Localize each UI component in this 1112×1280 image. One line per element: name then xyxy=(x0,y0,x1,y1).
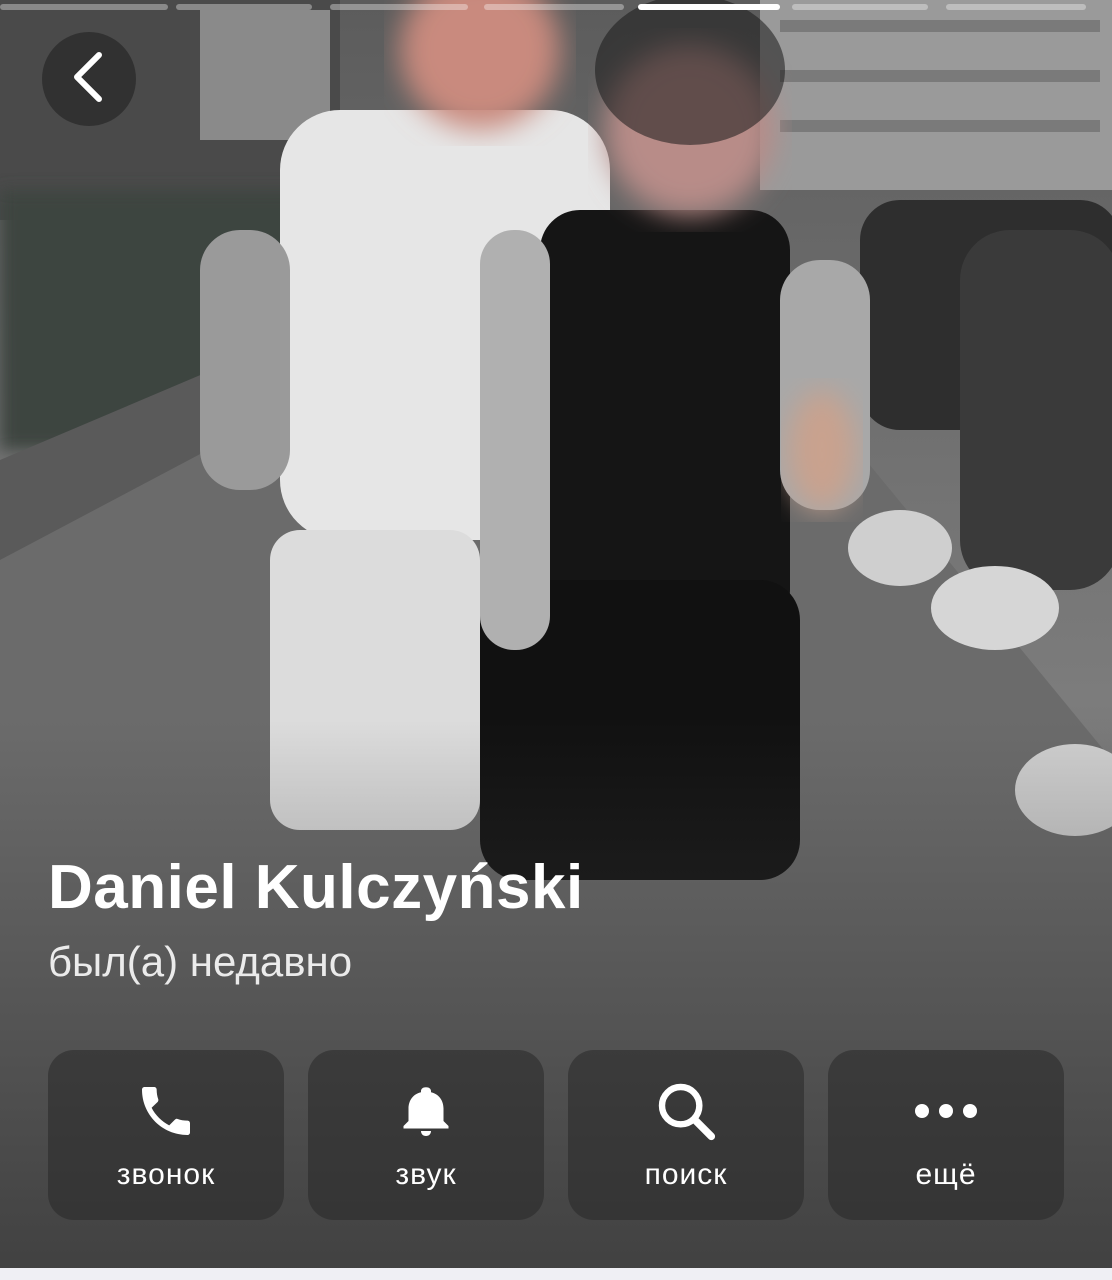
more-dots-icon xyxy=(911,1078,981,1144)
phone-icon xyxy=(134,1078,198,1144)
chevron-left-icon xyxy=(69,51,109,108)
back-button[interactable] xyxy=(42,32,136,126)
story-segment xyxy=(0,4,168,10)
story-progress-bar xyxy=(0,4,1112,12)
search-icon xyxy=(654,1078,718,1144)
profile-name: Daniel Kulczyński xyxy=(48,853,584,922)
story-segment xyxy=(330,4,468,10)
more-button[interactable]: ещё xyxy=(828,1050,1064,1220)
bottom-sheet-edge xyxy=(0,1268,1112,1280)
sound-button[interactable]: звук xyxy=(308,1050,544,1220)
bell-icon xyxy=(396,1078,456,1144)
search-button[interactable]: поиск xyxy=(568,1050,804,1220)
story-segment-active xyxy=(638,4,780,10)
call-button[interactable]: звонок xyxy=(48,1050,284,1220)
story-segment xyxy=(792,4,928,10)
profile-status: был(а) недавно xyxy=(48,938,353,985)
search-button-label: поиск xyxy=(644,1158,728,1191)
sound-button-label: звук xyxy=(395,1158,457,1191)
story-segment xyxy=(176,4,312,10)
call-button-label: звонок xyxy=(116,1158,216,1191)
story-segment xyxy=(484,4,624,10)
more-button-label: ещё xyxy=(915,1158,977,1191)
action-buttons: звонок звук поиск ещё xyxy=(48,1050,1064,1220)
story-segment xyxy=(946,4,1086,10)
